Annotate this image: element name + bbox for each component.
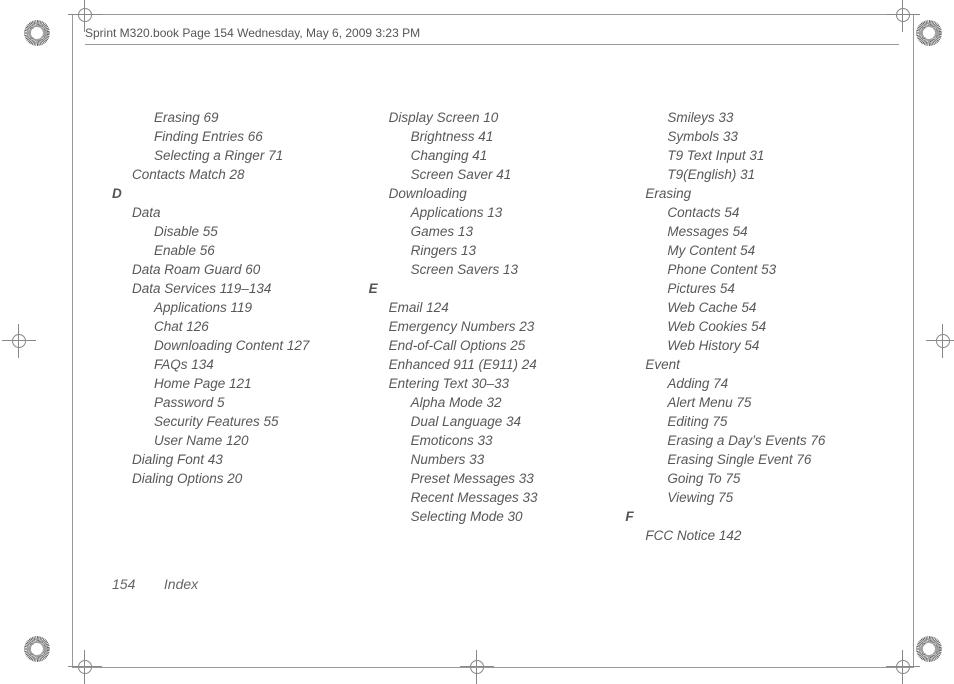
index-entry: Event <box>625 355 882 374</box>
index-entry: Viewing 75 <box>625 488 882 507</box>
index-entry: Screen Savers 13 <box>369 260 626 279</box>
page-footer: 154 Index <box>112 576 198 592</box>
index-entry: Email 124 <box>369 298 626 317</box>
registration-mark-icon <box>74 656 96 678</box>
index-entry: Erasing a Day’s Events 76 <box>625 431 882 450</box>
crop-mark-icon <box>24 636 50 662</box>
index-entry: Entering Text 30–33 <box>369 374 626 393</box>
index-entry: Games 13 <box>369 222 626 241</box>
index-entry: Applications 13 <box>369 203 626 222</box>
index-entry: Selecting a Ringer 71 <box>112 146 369 165</box>
index-entry: Dual Language 34 <box>369 412 626 431</box>
page-header: Sprint M320.book Page 154 Wednesday, May… <box>85 26 899 45</box>
index-entry: Data <box>112 203 369 222</box>
index-entry: Messages 54 <box>625 222 882 241</box>
index-entry: Pictures 54 <box>625 279 882 298</box>
index-entry: Changing 41 <box>369 146 626 165</box>
registration-mark-icon <box>892 4 914 26</box>
index-entry: Data Roam Guard 60 <box>112 260 369 279</box>
index-entry: Erasing 69 <box>112 108 369 127</box>
index-column-2: Display Screen 10Brightness 41Changing 4… <box>369 108 626 592</box>
index-entry: Recent Messages 33 <box>369 488 626 507</box>
crop-mark-icon <box>916 20 942 46</box>
index-entry: Alpha Mode 32 <box>369 393 626 412</box>
index-entry: Smileys 33 <box>625 108 882 127</box>
index-entry: Web History 54 <box>625 336 882 355</box>
crop-mark-icon <box>24 20 50 46</box>
index-entry: Home Page 121 <box>112 374 369 393</box>
index-entry: Editing 75 <box>625 412 882 431</box>
index-entry: Security Features 55 <box>112 412 369 431</box>
index-entry: FCC Notice 142 <box>625 526 882 545</box>
index-entry: Enhanced 911 (E911) 24 <box>369 355 626 374</box>
index-entry: Dialing Options 20 <box>112 469 369 488</box>
index-entry: Brightness 41 <box>369 127 626 146</box>
index-entry: Preset Messages 33 <box>369 469 626 488</box>
registration-mark-icon <box>466 656 488 678</box>
registration-mark-icon <box>892 656 914 678</box>
registration-mark-icon <box>74 4 96 26</box>
index-entry: Password 5 <box>112 393 369 412</box>
index-entry: Contacts Match 28 <box>112 165 369 184</box>
index-entry: Web Cache 54 <box>625 298 882 317</box>
index-entry: Chat 126 <box>112 317 369 336</box>
index-entry: Symbols 33 <box>625 127 882 146</box>
index-entry: Web Cookies 54 <box>625 317 882 336</box>
index-entry: T9 Text Input 31 <box>625 146 882 165</box>
index-entry: Erasing Single Event 76 <box>625 450 882 469</box>
index-column-1: Erasing 69Finding Entries 66Selecting a … <box>112 108 369 592</box>
page-number: 154 <box>112 576 160 592</box>
crop-mark-icon <box>916 636 942 662</box>
index-entry: T9(English) 31 <box>625 165 882 184</box>
index-entry: Dialing Font 43 <box>112 450 369 469</box>
index-entry: Finding Entries 66 <box>112 127 369 146</box>
index-entry: Phone Content 53 <box>625 260 882 279</box>
index-entry: Display Screen 10 <box>369 108 626 127</box>
index-entry: Downloading <box>369 184 626 203</box>
index-entry: Erasing <box>625 184 882 203</box>
index-entry: Numbers 33 <box>369 450 626 469</box>
index-entry: Emergency Numbers 23 <box>369 317 626 336</box>
index-entry: Screen Saver 41 <box>369 165 626 184</box>
registration-mark-icon <box>932 330 954 352</box>
index-entry: User Name 120 <box>112 431 369 450</box>
index-entry: My Content 54 <box>625 241 882 260</box>
index-entry: Selecting Mode 30 <box>369 507 626 526</box>
index-column-3: Smileys 33Symbols 33T9 Text Input 31T9(E… <box>625 108 882 592</box>
index-entry: Applications 119 <box>112 298 369 317</box>
index-entry: Enable 56 <box>112 241 369 260</box>
index-columns: Erasing 69Finding Entries 66Selecting a … <box>112 108 882 592</box>
index-entry: Data Services 119–134 <box>112 279 369 298</box>
index-entry: Emoticons 33 <box>369 431 626 450</box>
footer-section: Index <box>164 576 198 592</box>
index-entry: Going To 75 <box>625 469 882 488</box>
index-entry: End-of-Call Options 25 <box>369 336 626 355</box>
index-letter: D <box>112 184 369 203</box>
index-entry: Downloading Content 127 <box>112 336 369 355</box>
index-letter: F <box>625 507 882 526</box>
index-entry: Adding 74 <box>625 374 882 393</box>
index-entry: FAQs 134 <box>112 355 369 374</box>
index-entry: Ringers 13 <box>369 241 626 260</box>
index-entry: Contacts 54 <box>625 203 882 222</box>
index-letter: E <box>369 279 626 298</box>
index-entry: Disable 55 <box>112 222 369 241</box>
registration-mark-icon <box>8 330 30 352</box>
index-entry: Alert Menu 75 <box>625 393 882 412</box>
